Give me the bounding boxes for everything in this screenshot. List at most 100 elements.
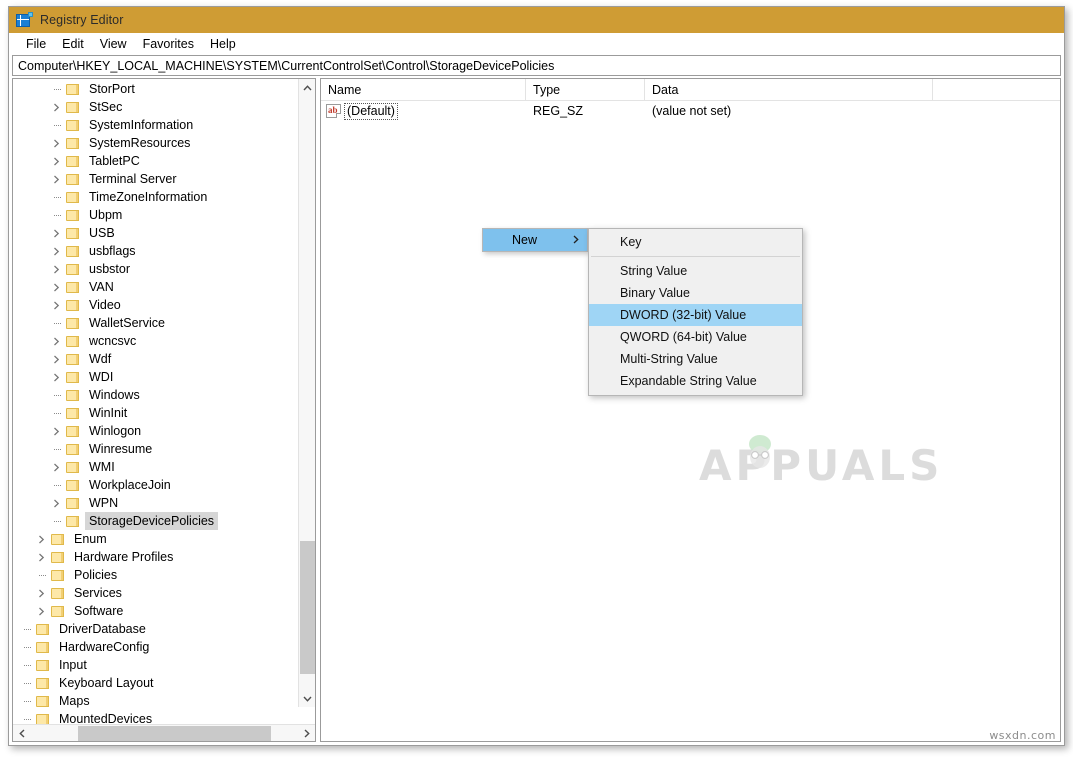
- submenu-item[interactable]: Expandable String Value: [589, 370, 802, 392]
- menu-edit[interactable]: Edit: [54, 35, 92, 53]
- chevron-right-icon[interactable]: [49, 224, 65, 242]
- menu-separator: [591, 256, 800, 257]
- chevron-right-icon[interactable]: [34, 548, 50, 566]
- tree-node[interactable]: WinInit: [13, 404, 298, 422]
- tree-horizontal-scrollbar[interactable]: [13, 724, 315, 741]
- chevron-right-icon[interactable]: [49, 494, 65, 512]
- folder-icon: [65, 407, 81, 420]
- chevron-right-icon[interactable]: [34, 530, 50, 548]
- scroll-left-icon[interactable]: [13, 725, 30, 742]
- tree-node[interactable]: Services: [13, 584, 298, 602]
- folder-icon: [65, 83, 81, 96]
- chevron-right-icon[interactable]: [49, 170, 65, 188]
- chevron-right-icon[interactable]: [49, 350, 65, 368]
- tree-node-label: DriverDatabase: [59, 622, 146, 636]
- chevron-right-icon[interactable]: [49, 332, 65, 350]
- menu-favorites[interactable]: Favorites: [135, 35, 202, 53]
- tree-node[interactable]: Keyboard Layout: [13, 674, 298, 692]
- tree-node[interactable]: TimeZoneInformation: [13, 188, 298, 206]
- chevron-right-icon[interactable]: [49, 134, 65, 152]
- tree-node[interactable]: StSec: [13, 98, 298, 116]
- value-row[interactable]: ab (Default) REG_SZ (value not set): [321, 101, 1060, 121]
- submenu-item[interactable]: Key: [589, 231, 802, 253]
- context-menu-item-new[interactable]: New: [483, 229, 587, 251]
- tree-node-label: Services: [74, 586, 122, 600]
- tree-node[interactable]: DriverDatabase: [13, 620, 298, 638]
- column-header-data[interactable]: Data: [645, 79, 933, 100]
- scroll-down-icon[interactable]: [299, 690, 315, 707]
- tree-node[interactable]: WMI: [13, 458, 298, 476]
- menu-help[interactable]: Help: [202, 35, 244, 53]
- chevron-right-icon[interactable]: [49, 242, 65, 260]
- tree-node[interactable]: Winresume: [13, 440, 298, 458]
- column-header-name[interactable]: Name: [321, 79, 526, 100]
- tree-node[interactable]: wcncsvc: [13, 332, 298, 350]
- submenu-item[interactable]: QWORD (64-bit) Value: [589, 326, 802, 348]
- tree-connector: [19, 710, 35, 724]
- scroll-right-icon[interactable]: [298, 725, 315, 742]
- tree-hscroll-thumb[interactable]: [78, 726, 271, 741]
- tree-node-selected[interactable]: StorageDevicePolicies: [13, 512, 298, 530]
- tree-node[interactable]: WalletService: [13, 314, 298, 332]
- appuals-logo-icon: [749, 435, 771, 468]
- tree-node[interactable]: usbflags: [13, 242, 298, 260]
- tree-node[interactable]: Wdf: [13, 350, 298, 368]
- chevron-right-icon[interactable]: [49, 458, 65, 476]
- chevron-right-icon[interactable]: [34, 584, 50, 602]
- tree-node[interactable]: Windows: [13, 386, 298, 404]
- submenu-item[interactable]: Binary Value: [589, 282, 802, 304]
- tree-node[interactable]: Terminal Server: [13, 170, 298, 188]
- tree-node[interactable]: Input: [13, 656, 298, 674]
- submenu-item[interactable]: String Value: [589, 260, 802, 282]
- chevron-right-icon[interactable]: [49, 98, 65, 116]
- chevron-right-icon[interactable]: [49, 296, 65, 314]
- tree-node[interactable]: WorkplaceJoin: [13, 476, 298, 494]
- tree-node[interactable]: VAN: [13, 278, 298, 296]
- tree-node-label: StorPort: [89, 82, 135, 96]
- tree-node[interactable]: MountedDevices: [13, 710, 298, 724]
- tree-node[interactable]: WDI: [13, 368, 298, 386]
- tree-node[interactable]: WPN: [13, 494, 298, 512]
- registry-editor-window: Registry Editor File Edit View Favorites…: [0, 0, 1073, 760]
- menu-view[interactable]: View: [92, 35, 135, 53]
- tree-node[interactable]: Software: [13, 602, 298, 620]
- tree-node[interactable]: SystemInformation: [13, 116, 298, 134]
- title-bar[interactable]: Registry Editor: [9, 7, 1064, 33]
- submenu-item-label: Multi-String Value: [620, 352, 718, 366]
- submenu-item[interactable]: Multi-String Value: [589, 348, 802, 370]
- tree-node[interactable]: Hardware Profiles: [13, 548, 298, 566]
- tree-node[interactable]: HardwareConfig: [13, 638, 298, 656]
- folder-icon: [50, 587, 66, 600]
- tree-node[interactable]: USB: [13, 224, 298, 242]
- tree-node[interactable]: Maps: [13, 692, 298, 710]
- menu-bar: File Edit View Favorites Help: [9, 33, 1064, 55]
- chevron-right-icon[interactable]: [49, 422, 65, 440]
- address-bar[interactable]: Computer\HKEY_LOCAL_MACHINE\SYSTEM\Curre…: [12, 55, 1061, 76]
- tree-node[interactable]: SystemResources: [13, 134, 298, 152]
- tree-node[interactable]: StorPort: [13, 80, 298, 98]
- tree-node-label: Software: [74, 604, 124, 618]
- values-list: ab (Default) REG_SZ (value not set): [321, 101, 1060, 121]
- tree-scroll-thumb[interactable]: [300, 541, 315, 674]
- tree-node[interactable]: Policies: [13, 566, 298, 584]
- tree-node[interactable]: Enum: [13, 530, 298, 548]
- chevron-right-icon[interactable]: [49, 278, 65, 296]
- tree-node[interactable]: Video: [13, 296, 298, 314]
- submenu-item[interactable]: DWORD (32-bit) Value: [589, 304, 802, 326]
- submenu-item-label: Expandable String Value: [620, 374, 757, 388]
- tree-node[interactable]: usbstor: [13, 260, 298, 278]
- tree-connector: [19, 656, 35, 674]
- chevron-right-icon[interactable]: [49, 368, 65, 386]
- chevron-right-icon[interactable]: [49, 152, 65, 170]
- tree-node[interactable]: Ubpm: [13, 206, 298, 224]
- tree-node-label: MountedDevices: [59, 712, 153, 724]
- scroll-up-icon[interactable]: [299, 79, 315, 96]
- chevron-right-icon[interactable]: [34, 602, 50, 620]
- tree-node[interactable]: Winlogon: [13, 422, 298, 440]
- column-header-type[interactable]: Type: [526, 79, 645, 100]
- tree-node[interactable]: TabletPC: [13, 152, 298, 170]
- menu-file[interactable]: File: [18, 35, 54, 53]
- tree-connector: [34, 566, 50, 584]
- chevron-right-icon[interactable]: [49, 260, 65, 278]
- tree-vertical-scrollbar[interactable]: [298, 79, 315, 707]
